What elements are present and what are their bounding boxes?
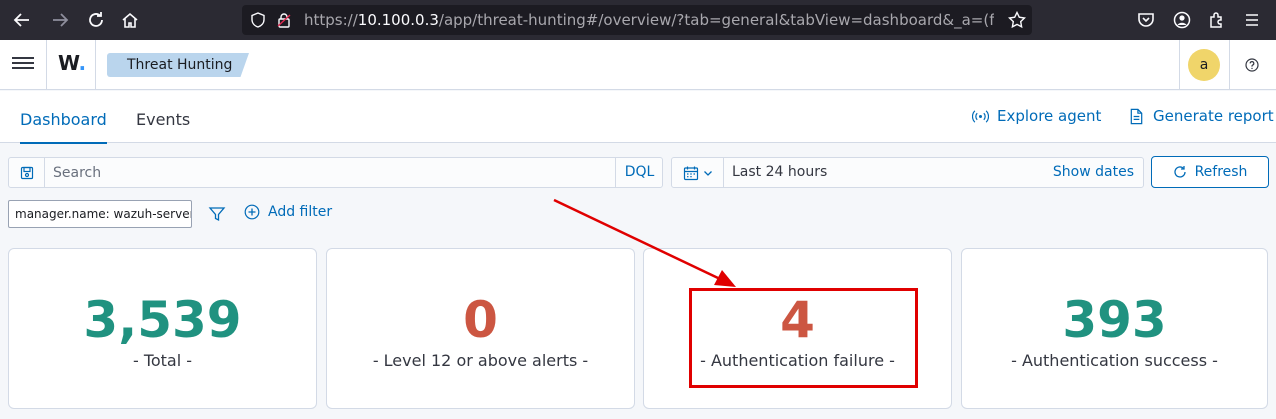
bookmark-star-icon[interactable]	[1007, 10, 1027, 33]
header-divider	[1229, 40, 1230, 89]
wazuh-logo[interactable]: W.	[58, 51, 86, 75]
search-input[interactable]	[45, 158, 615, 187]
quick-date-button[interactable]	[672, 158, 724, 187]
url-path: /app/threat-hunting#/overview/?tab=gener…	[438, 11, 994, 29]
document-icon	[1130, 108, 1143, 124]
search-bar: DQL	[8, 157, 663, 188]
date-range-text[interactable]: Last 24 hours	[732, 158, 827, 187]
refresh-button[interactable]: Refresh	[1151, 156, 1269, 188]
refresh-label: Refresh	[1194, 164, 1248, 180]
chevron-down-icon	[703, 170, 712, 176]
account-icon[interactable]	[1170, 8, 1194, 32]
add-filter-label: Add filter	[268, 204, 333, 220]
metric-label: - Authentication success -	[1011, 351, 1218, 370]
forward-arrow-icon[interactable]	[48, 8, 72, 32]
url-text[interactable]: https://10.100.0.3/app/threat-hunting#/o…	[304, 5, 994, 35]
filter-funnel-icon[interactable]	[208, 205, 226, 223]
avatar[interactable]: a	[1188, 49, 1220, 81]
extensions-icon[interactable]	[1205, 8, 1229, 32]
date-picker: Last 24 hours Show dates	[671, 157, 1144, 188]
nav-menu-icon[interactable]	[12, 54, 34, 76]
back-arrow-icon[interactable]	[10, 8, 34, 32]
metric-value: 393	[1062, 291, 1167, 349]
metric-value: 3,539	[83, 291, 242, 349]
lock-icon[interactable]	[276, 12, 292, 32]
metric-label: - Total -	[132, 351, 193, 370]
generate-report-label: Generate report	[1153, 107, 1274, 125]
home-icon[interactable]	[118, 8, 142, 32]
url-prefix: https://	[304, 11, 358, 29]
plus-circle-icon	[244, 204, 260, 220]
query-language-button[interactable]: DQL	[615, 158, 663, 187]
explore-agent-label: Explore agent	[997, 107, 1102, 125]
refresh-icon	[1173, 166, 1186, 178]
annotation-highlight-box	[689, 288, 918, 388]
hamburger-menu-icon[interactable]	[1240, 8, 1264, 32]
tabs-row: Dashboard Events Explore agent Generate …	[0, 91, 1276, 144]
header-divider	[46, 40, 47, 89]
save-disk-icon	[20, 166, 33, 179]
breadcrumb[interactable]: Threat Hunting	[107, 53, 249, 77]
header-divider	[95, 40, 96, 89]
metric-card-level-12: 0 - Level 12 or above alerts -	[326, 248, 635, 409]
generate-report-button[interactable]: Generate report	[1128, 106, 1274, 126]
saved-query-button[interactable]	[9, 158, 45, 187]
calendar-icon	[683, 166, 698, 180]
shield-icon[interactable]	[250, 12, 266, 32]
app-header: W. Threat Hunting a	[0, 40, 1276, 90]
metric-card-total: 3,539 - Total -	[8, 248, 317, 409]
radio-signal-icon	[972, 109, 989, 123]
tab-events[interactable]: Events	[136, 91, 190, 143]
pocket-icon[interactable]	[1134, 8, 1158, 32]
metric-label: - Level 12 or above alerts -	[372, 351, 589, 370]
reload-icon[interactable]	[84, 8, 108, 32]
url-bar[interactable]: https://10.100.0.3/app/threat-hunting#/o…	[242, 5, 1032, 35]
url-host: 10.100.0.3	[357, 11, 439, 29]
filter-pill-manager-name[interactable]: manager.name: wazuh-server	[8, 200, 192, 228]
explore-agent-button[interactable]: Explore agent	[972, 106, 1101, 126]
help-icon[interactable]	[1245, 57, 1259, 72]
metric-card-auth-success: 393 - Authentication success -	[961, 248, 1268, 409]
browser-toolbar: https://10.100.0.3/app/threat-hunting#/o…	[0, 0, 1276, 40]
header-divider	[1179, 40, 1180, 89]
metric-value: 0	[463, 291, 498, 349]
tab-dashboard[interactable]: Dashboard	[20, 91, 107, 144]
show-dates-link[interactable]: Show dates	[1053, 158, 1134, 187]
logo-letter: W	[58, 51, 79, 75]
add-filter-button[interactable]: Add filter	[244, 204, 332, 220]
